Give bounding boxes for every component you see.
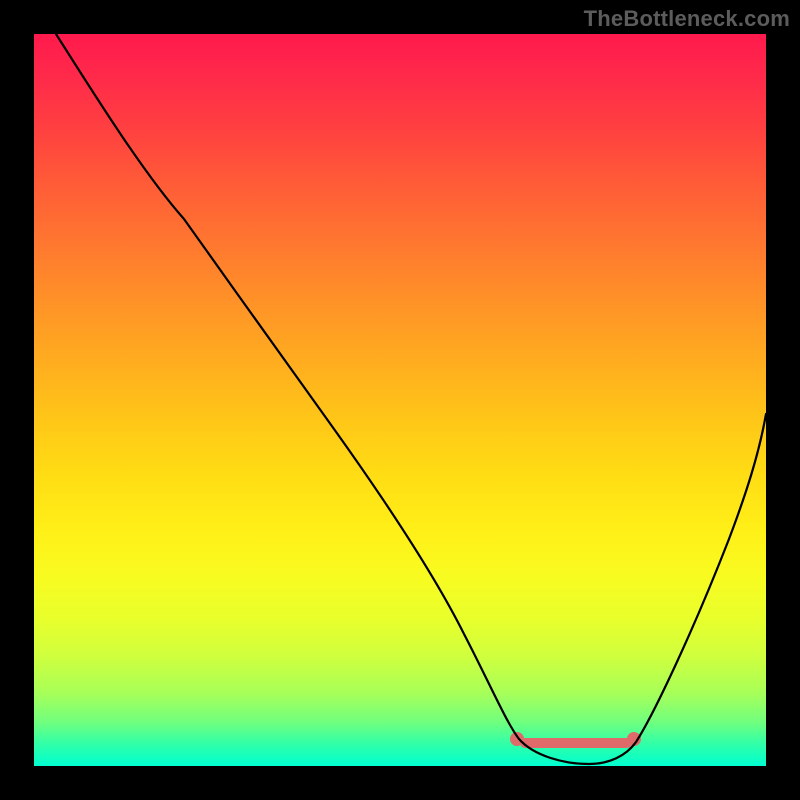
- bottleneck-curve: [56, 34, 766, 764]
- plot-area: [34, 34, 766, 766]
- optimal-range-markers: [510, 732, 641, 748]
- watermark-text: TheBottleneck.com: [584, 6, 790, 32]
- chart-svg: [34, 34, 766, 766]
- bottleneck-chart: TheBottleneck.com: [0, 0, 800, 800]
- optimal-band: [520, 738, 632, 748]
- optimal-start-marker: [510, 732, 524, 746]
